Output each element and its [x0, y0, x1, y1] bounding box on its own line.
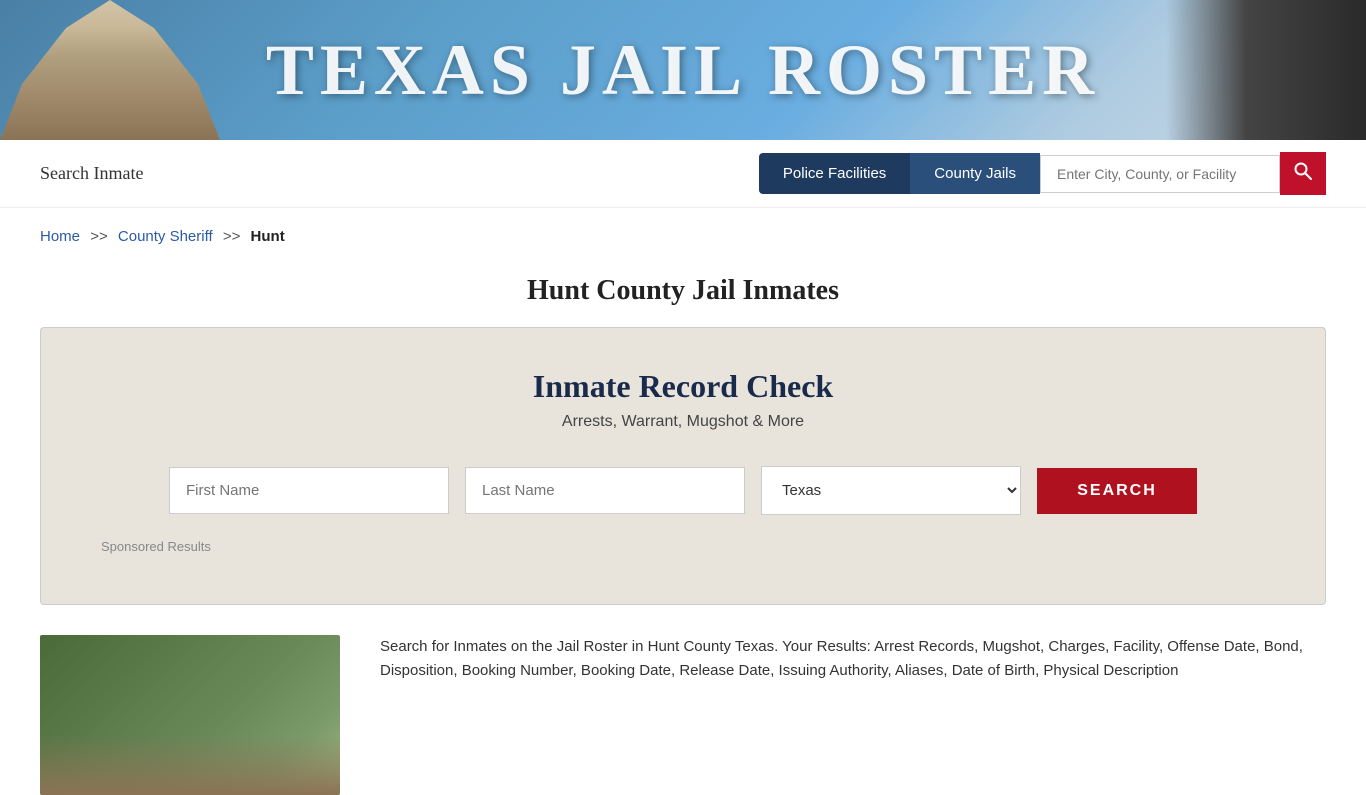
- breadcrumb-sep-1: >>: [90, 228, 108, 245]
- county-jails-button[interactable]: County Jails: [910, 153, 1040, 194]
- facility-image: [40, 635, 340, 795]
- facility-description: Search for Inmates on the Jail Roster in…: [380, 635, 1326, 795]
- police-facilities-button[interactable]: Police Facilities: [759, 153, 910, 194]
- nav-bar: Search Inmate Police Facilities County J…: [0, 140, 1366, 208]
- first-name-input[interactable]: [169, 467, 449, 514]
- capitol-decoration: [0, 0, 220, 140]
- facility-search-input[interactable]: [1040, 155, 1280, 193]
- header-banner: Texas Jail Roster: [0, 0, 1366, 140]
- search-inmate-label: Search Inmate: [40, 163, 143, 184]
- state-select[interactable]: AlabamaAlaskaArizonaArkansasCaliforniaCo…: [761, 466, 1021, 515]
- search-fields: AlabamaAlaskaArizonaArkansasCaliforniaCo…: [101, 466, 1265, 515]
- search-button[interactable]: SEARCH: [1037, 468, 1197, 514]
- panel-title: Inmate Record Check: [101, 368, 1265, 405]
- last-name-input[interactable]: [465, 467, 745, 514]
- breadcrumb-sep-2: >>: [223, 228, 241, 245]
- breadcrumb-current: Hunt: [251, 228, 285, 245]
- sponsored-results-label: Sponsored Results: [101, 539, 1265, 554]
- image-overlay: [40, 735, 340, 795]
- page-title: Hunt County Jail Inmates: [0, 275, 1366, 307]
- site-title: Texas Jail Roster: [266, 29, 1100, 112]
- breadcrumb: Home >> County Sheriff >> Hunt: [0, 208, 1366, 265]
- nav-right: Police Facilities County Jails: [759, 152, 1326, 195]
- search-panel: Inmate Record Check Arrests, Warrant, Mu…: [40, 327, 1326, 605]
- breadcrumb-home[interactable]: Home: [40, 228, 80, 245]
- search-icon: [1294, 162, 1312, 180]
- keys-decoration: [1166, 0, 1366, 140]
- breadcrumb-county-sheriff[interactable]: County Sheriff: [118, 228, 213, 245]
- bottom-section: Search for Inmates on the Jail Roster in…: [40, 635, 1326, 795]
- panel-subtitle: Arrests, Warrant, Mugshot & More: [101, 413, 1265, 431]
- facility-search-button[interactable]: [1280, 152, 1326, 195]
